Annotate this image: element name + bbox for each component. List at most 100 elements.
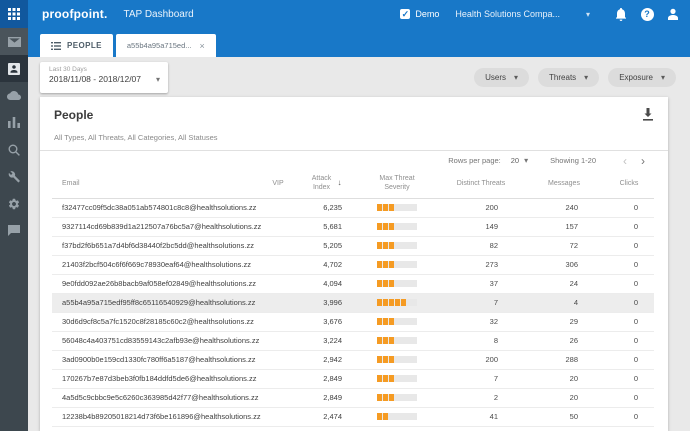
- column-header-attack-index[interactable]: Attack Index ↓: [294, 170, 356, 199]
- demo-checkbox[interactable]: ✓: [400, 9, 411, 19]
- sidebar-item-email[interactable]: [0, 28, 28, 55]
- vip-cell: [262, 331, 294, 351]
- tab-person-detail[interactable]: a55b4a95a715ed... ×: [115, 34, 216, 57]
- severity-segment: [377, 242, 382, 250]
- table-row[interactable]: f32477cc09f5dc38a051ab574801c8c8@healths…: [52, 198, 654, 218]
- account-button[interactable]: [660, 8, 686, 20]
- cloud-icon: [7, 91, 21, 100]
- sidebar-item-settings[interactable]: [0, 190, 28, 217]
- table-row[interactable]: 21403f2bcf504c6f6f669c78930eaf64@healths…: [52, 255, 654, 275]
- email-cell[interactable]: 56048c4a403751cd83559143c2afb93e@healths…: [52, 331, 262, 351]
- apps-grid-button[interactable]: [0, 0, 28, 28]
- chevron-down-icon: ▾: [524, 156, 529, 165]
- distinct-threats-cell: 7: [438, 293, 524, 313]
- sidebar-item-tools[interactable]: [0, 163, 28, 190]
- envelope-icon: [7, 36, 21, 47]
- filter-pills: Users ▾ Threats ▾ Exposure ▾: [474, 68, 676, 87]
- table-row[interactable]: 9e0fdd092ae26b8bacb9af058ef02849@healths…: [52, 274, 654, 294]
- column-header-clicks[interactable]: Clicks: [604, 170, 654, 199]
- table-row[interactable]: 12238b4b89205018214d73f6be161896@healths…: [52, 407, 654, 427]
- people-card: People All Types, All Threats, All Categ…: [40, 97, 668, 431]
- date-range-selector[interactable]: Last 30 Days 2018/11/08 - 2018/12/07 ▾: [40, 62, 168, 93]
- chevron-down-icon: ▾: [155, 74, 160, 84]
- max-threat-severity-cell: [356, 331, 438, 351]
- severity-segment: [401, 204, 406, 211]
- company-name: Health Solutions Compa...: [455, 9, 560, 19]
- email-cell[interactable]: 21403f2bcf504c6f6f669c78930eaf64@healths…: [52, 255, 262, 275]
- column-header-messages[interactable]: Messages: [524, 170, 604, 199]
- distinct-threats-cell: 273: [438, 255, 524, 275]
- users-filter-button[interactable]: Users ▾: [474, 68, 530, 87]
- severity-segment: [377, 261, 382, 269]
- sidebar-item-search[interactable]: [0, 136, 28, 163]
- demo-toggle[interactable]: ✓ Demo: [400, 9, 439, 19]
- distinct-threats-cell: 8: [438, 331, 524, 351]
- email-cell[interactable]: 3ad0900b0e159cd1330fc780ff6a5187@healths…: [52, 350, 262, 370]
- exposure-filter-button[interactable]: Exposure ▾: [608, 68, 676, 87]
- next-page-button[interactable]: ›: [634, 155, 652, 167]
- severity-segment: [401, 242, 406, 249]
- attack-index-cell: 3,996: [294, 293, 356, 313]
- column-header-distinct-threats[interactable]: Distinct Threats: [438, 170, 524, 199]
- max-threat-severity-cell: [356, 407, 438, 427]
- company-selector[interactable]: Health Solutions Compa... ▾: [455, 9, 590, 19]
- distinct-threats-cell: 7: [438, 369, 524, 389]
- threats-filter-button[interactable]: Threats ▾: [538, 68, 600, 87]
- email-cell[interactable]: 12238b4b89205018214d73f6be161896@healths…: [52, 407, 262, 427]
- severity-bar: [377, 204, 417, 212]
- clicks-cell: 0: [604, 388, 654, 408]
- help-button[interactable]: ?: [634, 7, 660, 21]
- email-cell[interactable]: 9327114cd69b839d1a212507a76bc5a7@healths…: [52, 217, 262, 237]
- rows-per-page-label: Rows per page:: [448, 156, 501, 165]
- severity-bar: [377, 337, 417, 345]
- severity-segment: [383, 318, 388, 326]
- messages-cell: 240: [524, 198, 604, 218]
- showing-range: Showing 1-20: [550, 156, 596, 165]
- messages-cell: 39: [524, 426, 604, 431]
- table-row[interactable]: f37bd2f6b651a7d4bf6d38440f2bc5dd@healths…: [52, 236, 654, 256]
- email-cell[interactable]: 30d6d9cf8c5a7fc1520c8f28185c60c2@healths…: [52, 312, 262, 332]
- column-header-email[interactable]: Email: [52, 170, 262, 199]
- close-icon[interactable]: ×: [200, 41, 205, 51]
- download-button[interactable]: [642, 108, 654, 121]
- severity-segment: [377, 223, 382, 231]
- sidebar-item-people[interactable]: [0, 55, 28, 82]
- table-row[interactable]: 9327114cd69b839d1a212507a76bc5a7@healths…: [52, 217, 654, 237]
- email-cell[interactable]: 4a5d5c9cbbc9e5c6260c363985d42f77@healths…: [52, 388, 262, 408]
- email-cell[interactable]: e3db42a69f319d31293cbe8578456ad1@healths…: [52, 426, 262, 431]
- table-row[interactable]: 4a5d5c9cbbc9e5c6260c363985d42f77@healths…: [52, 388, 654, 408]
- email-cell[interactable]: f37bd2f6b651a7d4bf6d38440f2bc5dd@healths…: [52, 236, 262, 256]
- table-header-row: Email VIP Attack Index ↓ Max Threat Seve…: [52, 170, 654, 199]
- severity-segment: [383, 356, 388, 364]
- severity-segment: [401, 394, 406, 401]
- table-row[interactable]: 56048c4a403751cd83559143c2afb93e@healths…: [52, 331, 654, 351]
- attack-index-cell: 4,702: [294, 255, 356, 275]
- column-header-vip[interactable]: VIP: [262, 170, 294, 199]
- severity-segment: [395, 375, 400, 382]
- severity-segment: [395, 413, 400, 420]
- table-row[interactable]: 30d6d9cf8c5a7fc1520c8f28185c60c2@healths…: [52, 312, 654, 332]
- notifications-button[interactable]: [608, 7, 634, 21]
- max-threat-severity-cell: [356, 350, 438, 370]
- column-header-max-threat-severity[interactable]: Max Threat Severity: [356, 170, 438, 199]
- sidebar-item-cloud[interactable]: [0, 82, 28, 109]
- sidebar-item-feedback[interactable]: [0, 217, 28, 244]
- severity-segment: [401, 261, 406, 268]
- tab-people[interactable]: PEOPLE: [40, 34, 113, 57]
- prev-page-button[interactable]: ‹: [616, 155, 634, 167]
- top-bar: proofpoint. TAP Dashboard ✓ Demo Health …: [0, 0, 690, 28]
- severity-segment: [377, 204, 382, 212]
- chevron-down-icon: ▾: [585, 9, 590, 19]
- email-cell[interactable]: 9e0fdd092ae26b8bacb9af058ef02849@healths…: [52, 274, 262, 294]
- sidebar-item-reports[interactable]: [0, 109, 28, 136]
- severity-segment: [383, 394, 388, 402]
- email-cell[interactable]: a55b4a95a715edf95ff8c65116540929@healths…: [52, 293, 262, 313]
- bell-icon: [615, 7, 627, 21]
- table-row[interactable]: e3db42a69f319d31293cbe8578456ad1@healths…: [52, 426, 654, 431]
- rows-per-page-select[interactable]: 20 ▾: [511, 156, 528, 165]
- email-cell[interactable]: 170267b7e87d3beb3f0fb184ddfd5de6@healths…: [52, 369, 262, 389]
- table-row[interactable]: 170267b7e87d3beb3f0fb184ddfd5de6@healths…: [52, 369, 654, 389]
- table-row[interactable]: 3ad0900b0e159cd1330fc780ff6a5187@healths…: [52, 350, 654, 370]
- table-row[interactable]: a55b4a95a715edf95ff8c65116540929@healths…: [52, 293, 654, 313]
- email-cell[interactable]: f32477cc09f5dc38a051ab574801c8c8@healths…: [52, 198, 262, 218]
